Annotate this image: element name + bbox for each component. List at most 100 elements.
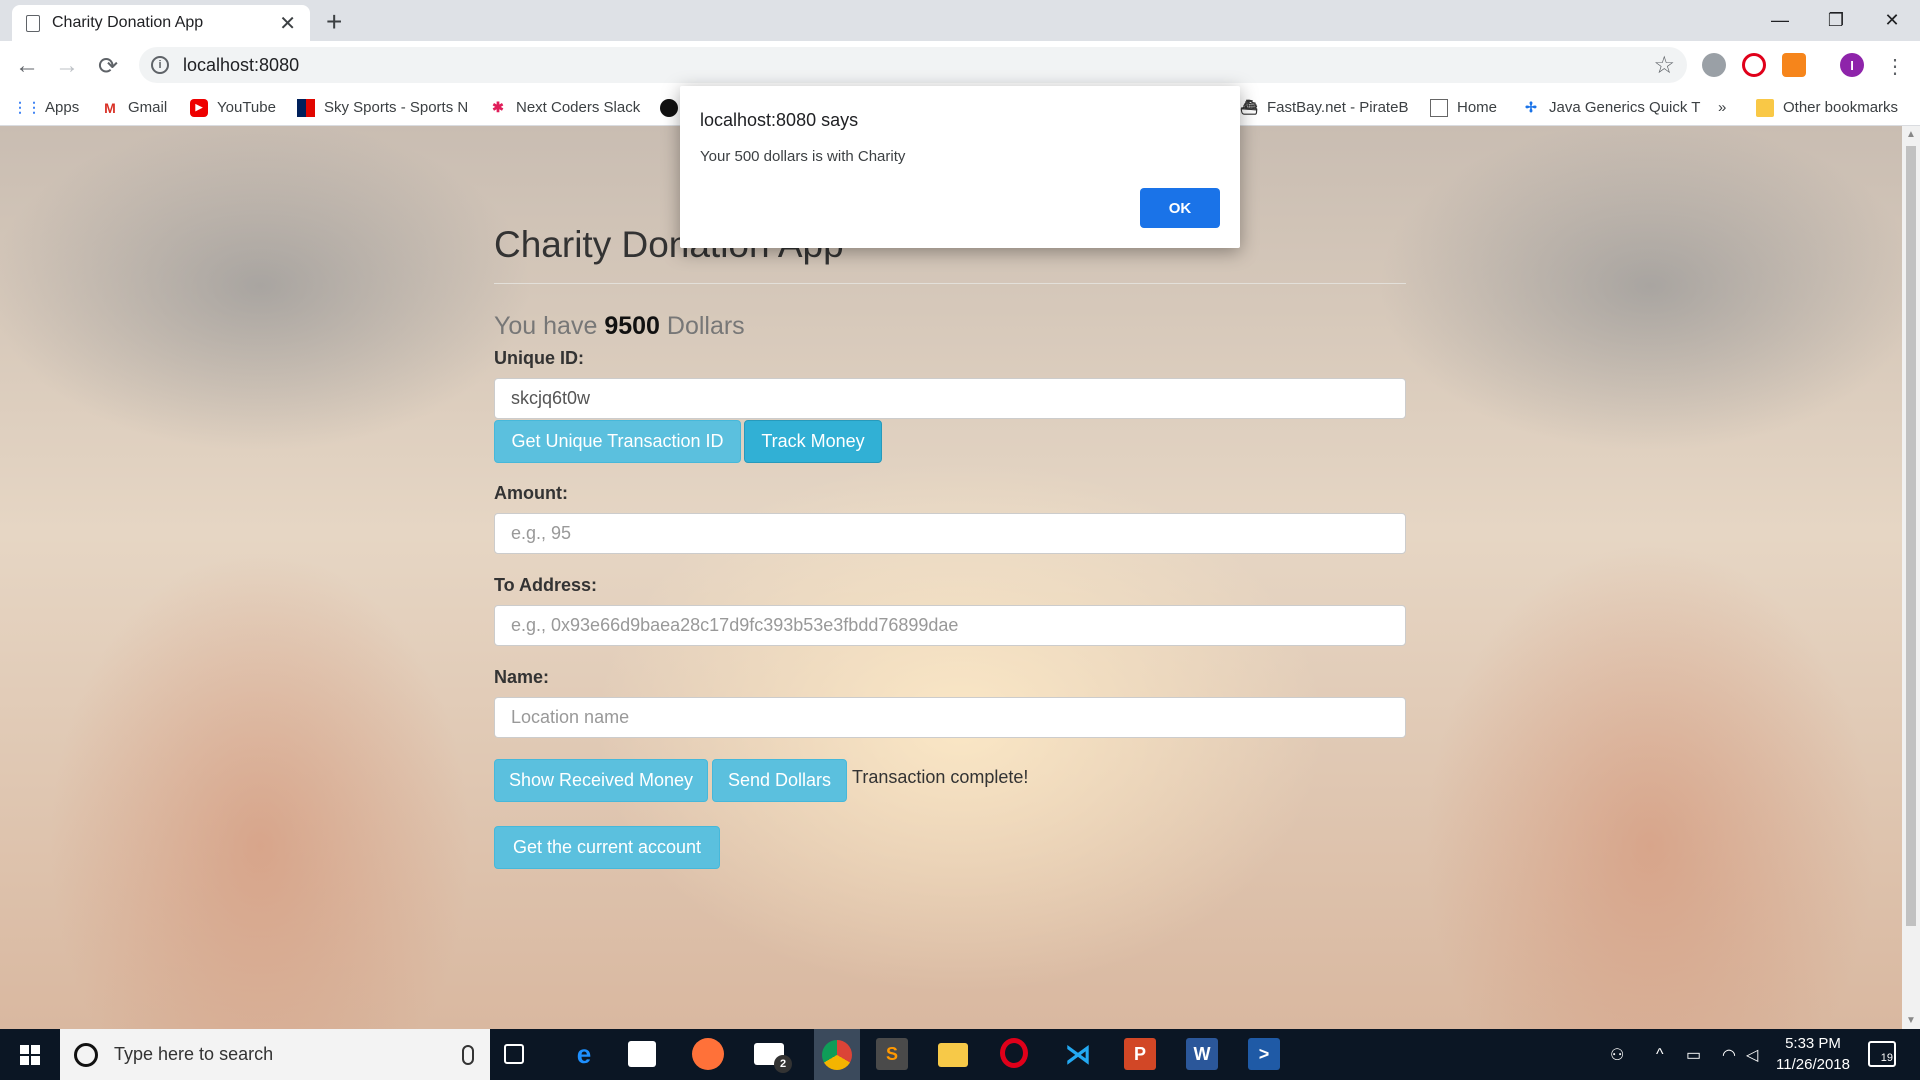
vscode-icon[interactable]: ⋊ bbox=[1062, 1038, 1094, 1070]
tab-title: Charity Donation App bbox=[52, 14, 204, 31]
unique-id-label: Unique ID: bbox=[494, 348, 584, 368]
folder-icon bbox=[1756, 98, 1774, 117]
amount-input[interactable]: e.g., 95 bbox=[494, 513, 1406, 554]
slack-icon: ✱ bbox=[492, 99, 504, 115]
other-bookmarks[interactable]: Other bookmarks bbox=[1756, 89, 1898, 126]
track-money-button[interactable]: Track Money bbox=[744, 420, 882, 463]
name-input[interactable]: Location name bbox=[494, 697, 1406, 738]
opera-extension-icon[interactable] bbox=[1742, 53, 1766, 77]
reload-button[interactable]: ⟳ bbox=[93, 51, 123, 81]
transaction-status: Transaction complete! bbox=[852, 767, 1029, 787]
powerpoint-icon[interactable]: P bbox=[1124, 1038, 1156, 1070]
bookmark-label: Other bookmarks bbox=[1783, 99, 1899, 116]
page-scrollbar[interactable]: ▲ ▼ bbox=[1902, 126, 1920, 1029]
get-current-account-button[interactable]: Get the current account bbox=[494, 826, 720, 869]
bookmark-label: FastBay.net - PirateB bbox=[1267, 99, 1409, 116]
profile-avatar[interactable]: I bbox=[1840, 53, 1864, 77]
firefox-icon[interactable] bbox=[692, 1038, 724, 1070]
forward-button[interactable]: → bbox=[52, 51, 82, 81]
balance-suffix: Dollars bbox=[666, 312, 745, 340]
edge-icon[interactable]: e bbox=[568, 1038, 600, 1070]
wifi-icon[interactable]: ◠ bbox=[1722, 1029, 1736, 1080]
back-button[interactable]: ← bbox=[12, 51, 42, 81]
github-icon bbox=[660, 98, 678, 117]
action-center-icon[interactable]: 19 bbox=[1868, 1041, 1896, 1067]
gmail-icon: M bbox=[104, 99, 116, 116]
minimize-button[interactable]: — bbox=[1752, 0, 1808, 41]
sublime-icon[interactable]: S bbox=[876, 1038, 908, 1070]
store-icon[interactable] bbox=[628, 1041, 656, 1067]
taskbar-clock[interactable]: 5:33 PM 11/26/2018 bbox=[1768, 1033, 1858, 1075]
powershell-icon[interactable]: > bbox=[1248, 1038, 1280, 1070]
show-received-money-button[interactable]: Show Received Money bbox=[494, 759, 708, 802]
bookmark-label: Gmail bbox=[128, 99, 168, 116]
opera-icon[interactable] bbox=[1000, 1038, 1028, 1068]
bookmark-sky-sports[interactable]: Sky Sports - Sports N bbox=[297, 89, 468, 126]
cortana-icon bbox=[74, 1042, 98, 1067]
browser-toolbar: ← → ⟳ i localhost:8080 ☆ I ⋮ bbox=[0, 41, 1920, 89]
volume-icon[interactable]: ◁ bbox=[1746, 1029, 1758, 1080]
chrome-icon bbox=[822, 1039, 852, 1070]
youtube-icon: ▶ bbox=[190, 98, 208, 117]
shield-extension-icon[interactable] bbox=[1702, 53, 1726, 77]
metamask-extension-icon[interactable] bbox=[1782, 53, 1806, 77]
info-icon[interactable]: i bbox=[151, 56, 169, 74]
balance-text: You have 9500 Dollars bbox=[494, 312, 745, 341]
browser-tab[interactable]: Charity Donation App ✕ bbox=[12, 5, 310, 41]
new-tab-button[interactable]: + bbox=[326, 6, 342, 38]
address-bar[interactable]: i localhost:8080 ☆ bbox=[139, 47, 1687, 83]
dialog-ok-button[interactable]: OK bbox=[1140, 188, 1220, 228]
bookmark-slack[interactable]: ✱ Next Coders Slack bbox=[489, 89, 640, 126]
start-button[interactable] bbox=[0, 1029, 60, 1080]
people-icon[interactable]: ⚇ bbox=[1610, 1029, 1624, 1080]
notification-count: 19 bbox=[1880, 1052, 1893, 1064]
browser-tab-bar: Charity Donation App ✕ + — ❐ ✕ bbox=[0, 0, 1920, 41]
get-unique-id-button[interactable]: Get Unique Transaction ID bbox=[494, 420, 741, 463]
scroll-up-icon[interactable]: ▲ bbox=[1906, 129, 1916, 140]
microphone-icon[interactable] bbox=[462, 1044, 474, 1065]
alert-dialog: localhost:8080 says Your 500 dollars is … bbox=[680, 86, 1240, 248]
battery-icon[interactable]: ▭ bbox=[1686, 1029, 1701, 1080]
chrome-taskbar-button[interactable] bbox=[814, 1029, 860, 1080]
windows-logo-icon bbox=[20, 1044, 40, 1065]
bookmark-label: YouTube bbox=[217, 99, 276, 116]
bookmark-youtube[interactable]: ▶ YouTube bbox=[190, 89, 276, 126]
scroll-down-icon[interactable]: ▼ bbox=[1906, 1015, 1916, 1026]
ship-icon: ⛴ bbox=[1240, 99, 1258, 115]
show-hidden-icons-icon[interactable]: ^ bbox=[1656, 1029, 1664, 1080]
word-icon[interactable]: W bbox=[1186, 1038, 1218, 1070]
file-explorer-icon[interactable] bbox=[938, 1043, 968, 1067]
task-view-icon[interactable] bbox=[504, 1044, 524, 1064]
bookmark-gmail[interactable]: M Gmail bbox=[101, 89, 167, 126]
bookmark-star-icon[interactable]: ☆ bbox=[1653, 51, 1675, 80]
page-icon bbox=[1430, 98, 1448, 117]
java-icon: ✢ bbox=[1525, 99, 1537, 115]
send-dollars-button[interactable]: Send Dollars bbox=[712, 759, 847, 802]
balance-prefix: You have bbox=[494, 312, 598, 340]
bookmark-apps[interactable]: ⋮⋮ Apps bbox=[13, 89, 79, 126]
windows-taskbar: Type here to search e 2 S ⋊ P W > ⚇ ^ ▭ … bbox=[0, 1029, 1920, 1080]
to-address-input[interactable]: e.g., 0x93e66d9baea28c17d9fc393b53e3fbdd… bbox=[494, 605, 1406, 646]
page-viewport: Charity Donation App You have 9500 Dolla… bbox=[0, 126, 1902, 1029]
clock-time: 5:33 PM bbox=[1785, 1035, 1841, 1052]
unique-id-input[interactable]: skcjq6t0w bbox=[494, 378, 1406, 419]
bookmarks-overflow-button[interactable]: » bbox=[1718, 89, 1726, 126]
bookmark-label: Home bbox=[1457, 99, 1498, 116]
dialog-title: localhost:8080 says bbox=[700, 110, 859, 130]
mail-badge: 2 bbox=[774, 1055, 792, 1073]
bookmark-label: Next Coders Slack bbox=[516, 99, 641, 116]
bookmark-label: Java Generics Quick T bbox=[1549, 99, 1701, 116]
page-icon bbox=[26, 14, 40, 32]
bookmark-fastbay[interactable]: ⛴ FastBay.net - PirateB bbox=[1240, 89, 1408, 126]
bookmark-java-generics[interactable]: ✢ Java Generics Quick T bbox=[1522, 89, 1700, 126]
close-tab-icon[interactable]: ✕ bbox=[279, 11, 296, 36]
scrollbar-thumb[interactable] bbox=[1906, 146, 1916, 926]
menu-kebab-icon[interactable]: ⋮ bbox=[1880, 51, 1910, 81]
to-address-label: To Address: bbox=[494, 575, 598, 595]
apps-grid-icon: ⋮⋮ bbox=[13, 99, 41, 115]
taskbar-search[interactable]: Type here to search bbox=[60, 1029, 490, 1080]
restore-button[interactable]: ❐ bbox=[1808, 0, 1864, 41]
amount-label: Amount: bbox=[494, 483, 568, 503]
bookmark-home[interactable]: Home bbox=[1430, 89, 1497, 126]
close-window-button[interactable]: ✕ bbox=[1864, 0, 1920, 41]
